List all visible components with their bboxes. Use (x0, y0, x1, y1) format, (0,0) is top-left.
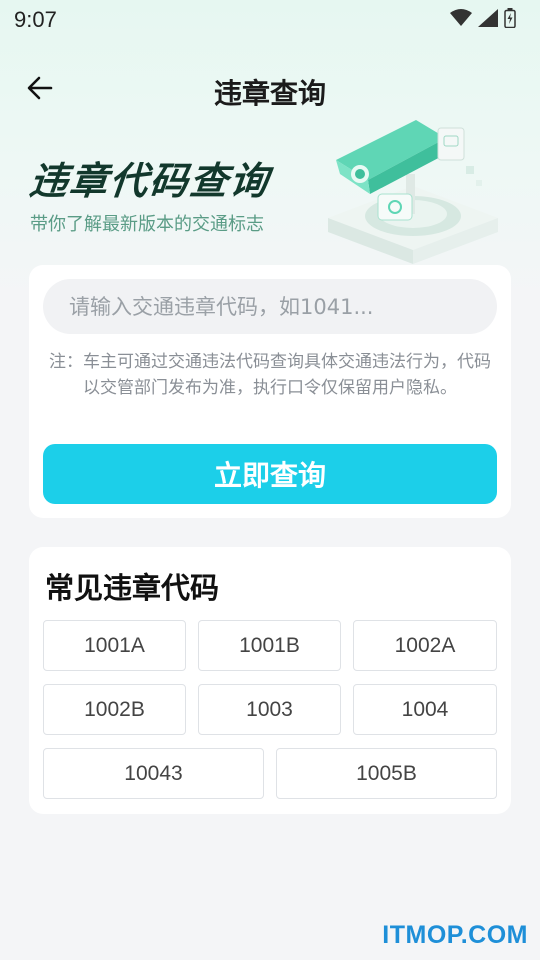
wifi-icon (450, 9, 472, 31)
search-input[interactable] (69, 294, 489, 319)
code-chip[interactable]: 1005B (276, 748, 497, 799)
hero-title: 违章代码查询 (27, 159, 272, 203)
code-chip[interactable]: 1001A (43, 620, 186, 671)
query-button[interactable]: 立即查询 (43, 444, 497, 504)
status-bar: 9:07 (0, 0, 540, 40)
battery-icon (504, 8, 516, 32)
search-field (43, 279, 497, 334)
page-title: 违章查询 (213, 77, 326, 110)
code-chip[interactable]: 1002A (353, 620, 497, 671)
watermark: ITMOP.COM (382, 921, 528, 949)
code-chip[interactable]: 1002B (43, 684, 186, 735)
common-codes-card: 常见违章代码 1001A 1001B 1002A 1002B 1003 1004… (29, 547, 511, 814)
search-card: 注：车主可通过交通违法代码查询具体交通违法行为，代码以交管部门发布为准，执行口令… (29, 265, 511, 518)
code-chip[interactable]: 1001B (198, 620, 341, 671)
section-title: 常见违章代码 (45, 571, 220, 605)
status-time: 9:07 (14, 7, 57, 32)
search-note: 注：车主可通过交通违法代码查询具体交通违法行为，代码以交管部门发布为准，执行口令… (49, 352, 491, 398)
traffic-camera-illustration (318, 108, 508, 268)
code-chip[interactable]: 1004 (353, 684, 497, 735)
code-chip[interactable]: 10043 (43, 748, 264, 799)
status-icons (450, 8, 516, 32)
signal-icon (478, 9, 498, 31)
hero-subtitle: 带你了解最新版本的交通标志 (30, 214, 264, 235)
code-chip[interactable]: 1003 (198, 684, 341, 735)
